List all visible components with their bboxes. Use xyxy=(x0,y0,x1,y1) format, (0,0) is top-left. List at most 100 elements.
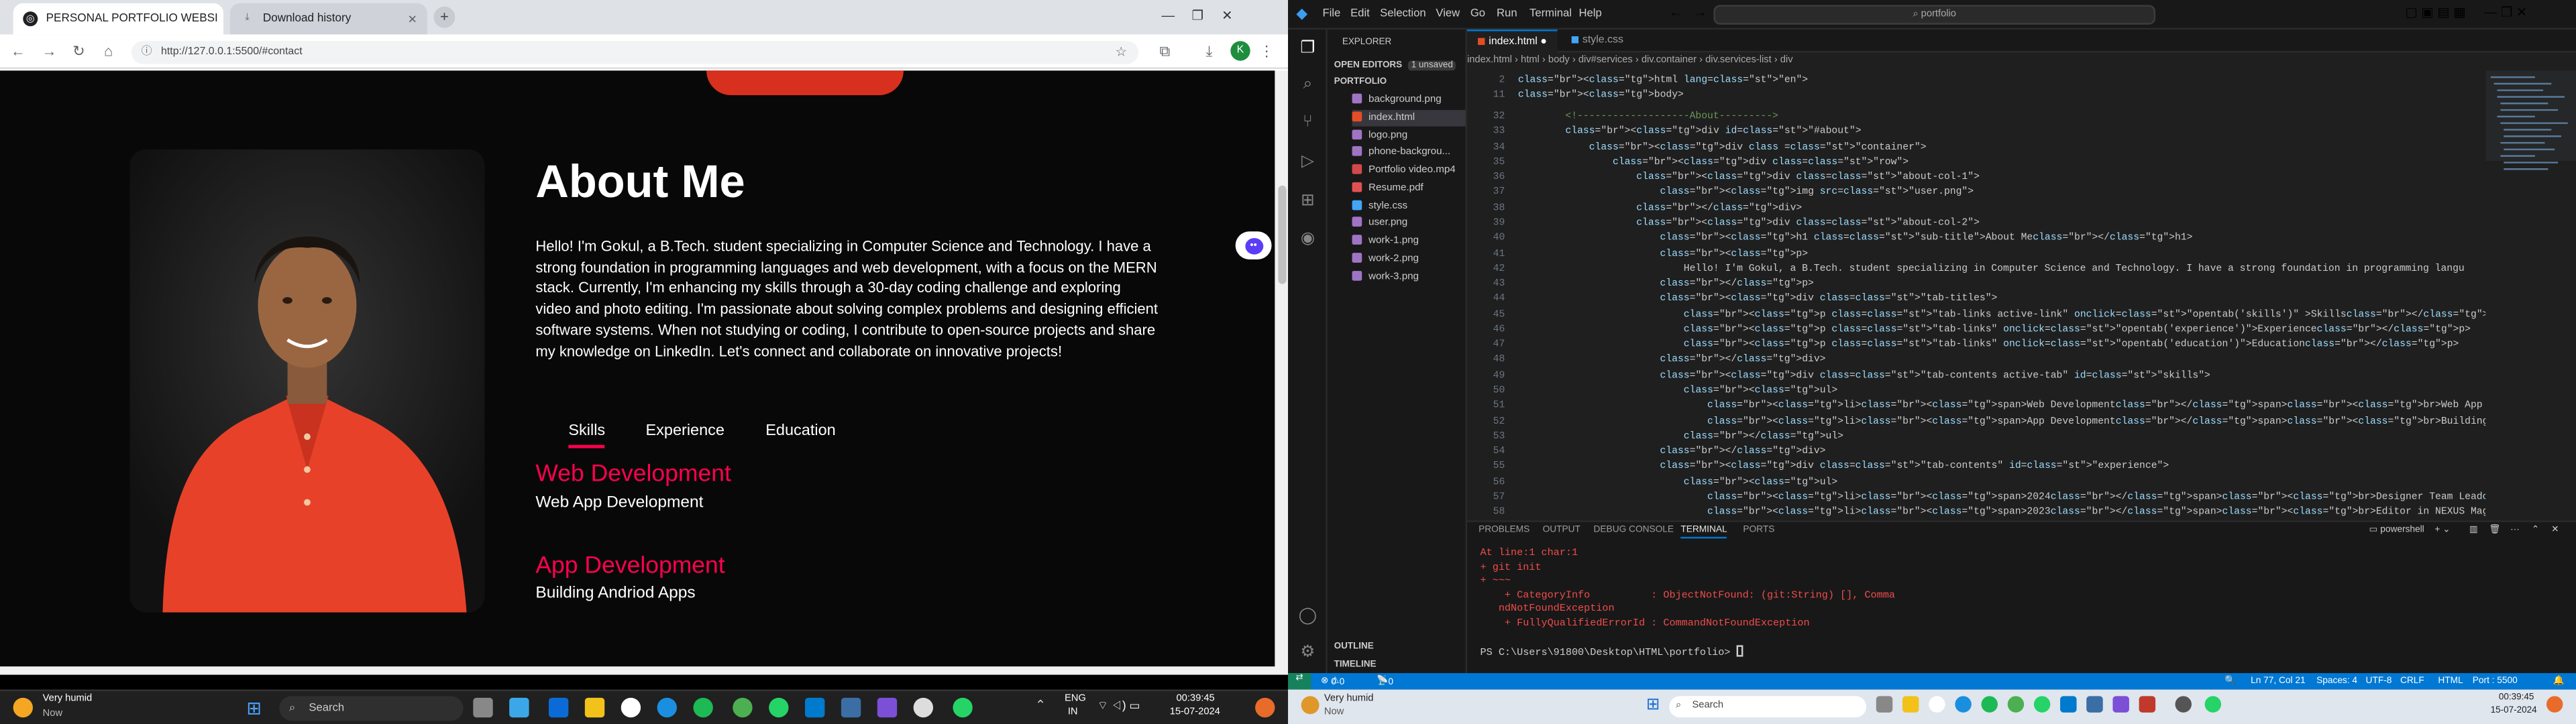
menu-help[interactable]: Help xyxy=(1578,8,1601,19)
whatsapp-icon[interactable] xyxy=(2033,696,2051,713)
split-terminal-icon[interactable]: ▥ xyxy=(2469,526,2478,536)
file-item[interactable]: Portfolio video.mp4 xyxy=(1352,162,1456,178)
menu-selection[interactable]: Selection xyxy=(1380,8,1426,19)
code-line[interactable]: class="br"><class="tg">div class=class="… xyxy=(1518,461,2169,472)
tab-skills[interactable]: Skills xyxy=(568,422,606,448)
crumb[interactable]: index.html xyxy=(1467,56,1512,66)
app-icon[interactable] xyxy=(548,697,569,718)
panel-tab-terminal[interactable]: TERMINAL xyxy=(1680,526,1727,539)
code-line[interactable]: class="br"><class="tg">div class=class="… xyxy=(1518,369,2210,380)
window-controls-icons[interactable]: — ❐ ✕ xyxy=(2484,5,2527,19)
file-item[interactable]: work-1.png xyxy=(1352,233,1419,249)
code-line[interactable]: class="br"><class="tg">div class=class="… xyxy=(1518,293,1998,304)
close-icon[interactable]: ✕ xyxy=(401,12,417,25)
crumb[interactable]: div#services xyxy=(1578,56,1633,66)
file-item[interactable]: work-3.png xyxy=(1352,269,1419,286)
address-bar[interactable]: ⓘ http://127.0.0.1:5500/#contact ☆ xyxy=(131,40,1139,64)
tab-experience[interactable]: Experience xyxy=(645,422,724,440)
media-icon[interactable] xyxy=(2175,696,2192,713)
timeline-section[interactable]: TIMELINE xyxy=(1334,660,1377,670)
code-editor[interactable]: 2 class="br"><class="tg">html lang=class=… xyxy=(1466,70,2486,521)
file-item[interactable]: style.css xyxy=(1352,198,1407,215)
search-icon[interactable]: ⌕ xyxy=(1298,76,1318,95)
new-tab-button[interactable]: + xyxy=(433,6,455,28)
new-terminal-icon[interactable]: + ⌄ xyxy=(2434,526,2450,536)
file-item[interactable]: logo.png xyxy=(1352,128,1407,144)
menu-go[interactable]: Go xyxy=(1470,8,1485,19)
live-server-status[interactable]: Port : 5500 xyxy=(2473,676,2518,686)
folder-portfolio[interactable]: PORTFOLIO xyxy=(1334,77,1387,87)
tab-downloads[interactable]: ⤓ Download history ✕ xyxy=(229,3,427,35)
app-icon[interactable] xyxy=(877,697,898,718)
code-line[interactable]: class="br"><class="tg">p class=class="st… xyxy=(1518,323,2471,335)
layout-icons[interactable]: ▢ ▣ ▤ ▦ xyxy=(2405,5,2465,19)
menu-terminal[interactable]: Terminal xyxy=(1529,8,1572,19)
chrome-icon[interactable] xyxy=(1929,696,1945,713)
taskbar-search[interactable]: ⌕ Search xyxy=(279,696,464,721)
code-line[interactable]: class="br"><class="tg">p> xyxy=(1518,247,1809,259)
windows-start-icon[interactable]: ⊞ xyxy=(1646,696,1660,714)
code-line[interactable]: class="br"></class="tg">div> xyxy=(1518,354,1826,365)
file-item[interactable]: Resume.pdf xyxy=(1352,180,1424,196)
file-item[interactable]: background.png xyxy=(1352,92,1442,108)
encoding[interactable]: UTF-8 xyxy=(2366,676,2392,686)
terminal-shell-label[interactable]: ▭ powershell xyxy=(2369,526,2424,536)
file-item[interactable]: work-2.png xyxy=(1352,251,1419,267)
code-line[interactable]: class="br"><class="tg">li>class="br"><cl… xyxy=(1518,506,2485,518)
terminal-prompt[interactable]: PS C:\Users\91800\Desktop\HTML\portfolio… xyxy=(1481,645,1743,658)
code-line[interactable]: class="br"><class="tg">p class=class="st… xyxy=(1518,339,2459,350)
notification-icon[interactable] xyxy=(2546,696,2563,713)
ports-status[interactable]: 📡 0 xyxy=(1377,676,1393,688)
horizontal-scrollbar[interactable] xyxy=(0,666,1289,675)
crumb[interactable]: div.services-list xyxy=(1705,56,1772,66)
code-line[interactable]: class="br"><class="tg">div class=class="… xyxy=(1518,156,1909,167)
whatsapp-icon[interactable] xyxy=(769,697,789,718)
code-line[interactable]: class="br"><class="tg">ul> xyxy=(1518,476,1837,487)
panel-tab-output[interactable]: OUTPUT xyxy=(1543,526,1580,536)
tray-status-icons[interactable]: ⌔ ◁) ▭ xyxy=(1097,699,1140,714)
clock-date[interactable]: 15-07-2024 xyxy=(1170,708,1220,718)
code-line[interactable]: class="br"><class="tg">div id=class="st"… xyxy=(1518,125,1861,137)
crumb[interactable]: html xyxy=(1521,56,1540,66)
extensions-icon[interactable]: ⊞ xyxy=(1298,192,1318,212)
app-icon[interactable] xyxy=(841,697,861,718)
remote-status-icon[interactable]: ⇄ xyxy=(1288,673,1311,690)
crumb[interactable]: div xyxy=(1780,56,1793,66)
file-item[interactable]: phone-backgrou... xyxy=(1352,145,1450,161)
line-ending[interactable]: CRLF xyxy=(2400,676,2424,686)
weather-icon[interactable] xyxy=(13,697,33,718)
taskbar-search[interactable]: ⌕ Search xyxy=(1669,696,1867,718)
language-code[interactable]: ENG xyxy=(1065,695,1086,705)
code-line[interactable]: class="br"><class="tg">li>class="br"><cl… xyxy=(1518,400,2485,411)
code-line[interactable]: class="br"></class="tg">ul> xyxy=(1518,430,1843,441)
tab-education[interactable]: Education xyxy=(765,422,836,440)
editor-tab-style[interactable]: ◼ style.css xyxy=(1561,29,1633,52)
whatsapp-icon[interactable] xyxy=(2204,696,2222,713)
chrome-icon[interactable] xyxy=(621,697,641,718)
panel-tab-debug-console[interactable]: DEBUG CONSOLE xyxy=(1594,526,1674,536)
downloads-icon[interactable]: ⤓ xyxy=(1199,41,1219,60)
problems-status[interactable]: ⊗ 0 ⚠ 0 xyxy=(1321,676,1344,688)
source-control-icon[interactable]: ⑂ xyxy=(1298,113,1318,133)
back-icon[interactable]: ← xyxy=(8,41,28,60)
menu-edit[interactable]: Edit xyxy=(1350,8,1370,19)
reload-icon[interactable]: ↻ xyxy=(69,41,89,60)
tray-chevron-icon[interactable]: ⌃ xyxy=(1035,698,1046,713)
code-line[interactable]: <!-------------------About---------> xyxy=(1518,110,1778,121)
code-line[interactable]: class="br"><class="tg">img src=class="st… xyxy=(1518,186,1974,198)
trash-icon[interactable]: 🗑 xyxy=(2489,526,2500,536)
app-icon[interactable] xyxy=(509,697,529,718)
run-debug-icon[interactable]: ▷ xyxy=(1298,153,1318,172)
code-line[interactable]: class="br"><class="tg">li>class="br"><cl… xyxy=(1518,415,2485,426)
minimap[interactable] xyxy=(2485,70,2576,521)
code-line[interactable]: class="br"><class="tg">h1 class=class="s… xyxy=(1518,232,2193,243)
indentation[interactable]: Spaces: 4 xyxy=(2316,676,2357,686)
app-icon[interactable] xyxy=(2139,696,2156,713)
windows-start-icon[interactable]: ⊞ xyxy=(246,698,262,719)
nav-back-icon[interactable]: ← xyxy=(1669,5,1682,19)
profile-avatar[interactable]: K xyxy=(1230,41,1250,61)
task-view-icon[interactable] xyxy=(473,697,493,718)
code-line[interactable]: class="br"></class="tg">div> xyxy=(1518,201,1802,213)
code-line[interactable]: Hello! I'm Gokul, a B.Tech. student spec… xyxy=(1518,262,2465,274)
vertical-scrollbar[interactable] xyxy=(1275,70,1289,667)
